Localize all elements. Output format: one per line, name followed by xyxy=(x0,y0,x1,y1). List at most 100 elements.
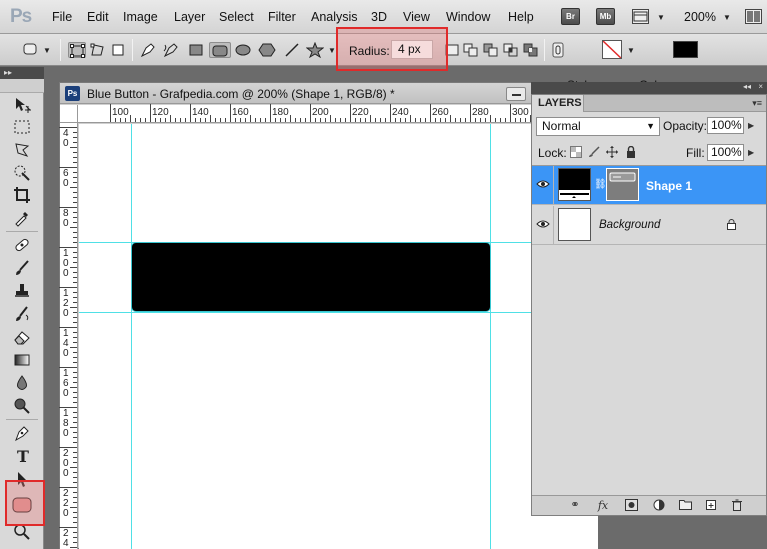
dodge-tool-icon[interactable] xyxy=(10,396,34,416)
menu-edit[interactable]: Edit xyxy=(87,10,109,24)
ruler-label: 180 xyxy=(272,107,289,118)
new-layer-icon[interactable] xyxy=(704,499,718,512)
menu-analysis[interactable]: Analysis xyxy=(311,10,358,24)
layer-thumbnail[interactable] xyxy=(558,208,591,241)
add-to-shape-icon[interactable] xyxy=(462,42,480,58)
layer-row-background[interactable]: Background xyxy=(532,206,766,245)
menu-help[interactable]: Help xyxy=(508,10,534,24)
minimize-button[interactable] xyxy=(506,87,526,101)
view-extras-icon[interactable] xyxy=(632,9,649,24)
tool-preset-dropdown-icon[interactable]: ▼ xyxy=(43,46,51,55)
geometry-options-dropdown-icon[interactable]: ▼ xyxy=(328,46,336,55)
rectangle-tool-icon[interactable] xyxy=(187,42,205,58)
panel-menu-icon[interactable]: ▾≡ xyxy=(752,98,762,109)
opacity-slider-icon[interactable]: ▶ xyxy=(748,121,754,130)
link-layers-icon[interactable]: ⚭ xyxy=(568,499,582,512)
polygon-tool-icon[interactable] xyxy=(258,42,276,58)
lasso-tool-icon[interactable] xyxy=(10,140,34,160)
arrange-documents-icon[interactable] xyxy=(745,9,762,24)
menu-image[interactable]: Image xyxy=(123,10,158,24)
custom-shape-tool-icon[interactable] xyxy=(305,41,325,59)
adjustment-layer-icon[interactable] xyxy=(652,499,666,512)
close-panel-icon[interactable]: × xyxy=(758,82,763,91)
move-tool-icon[interactable] xyxy=(10,95,34,115)
quick-selection-tool-icon[interactable] xyxy=(10,163,34,183)
ruler-minor-tick xyxy=(515,118,516,122)
vector-mask-thumbnail[interactable] xyxy=(606,168,639,201)
tab-layers[interactable]: LAYERS xyxy=(532,95,584,112)
guide-vertical[interactable] xyxy=(490,124,491,549)
style-dropdown-icon[interactable]: ▼ xyxy=(627,46,635,55)
add-mask-icon[interactable] xyxy=(624,499,638,512)
color-swatch[interactable] xyxy=(673,41,698,58)
clone-stamp-tool-icon[interactable] xyxy=(10,281,34,301)
paths-icon[interactable] xyxy=(89,42,107,58)
new-group-icon[interactable] xyxy=(678,499,692,512)
minibridge-button[interactable]: Mb xyxy=(596,8,615,25)
lock-image-pixels-icon[interactable] xyxy=(588,146,600,158)
spot-healing-tool-icon[interactable] xyxy=(10,235,34,255)
eyedropper-tool-icon[interactable] xyxy=(10,208,34,228)
gradient-tool-icon[interactable] xyxy=(10,350,34,370)
ruler-minor-tick xyxy=(375,118,376,122)
history-brush-tool-icon[interactable] xyxy=(10,304,34,324)
guide-vertical[interactable] xyxy=(131,124,132,549)
freeform-pen-icon[interactable] xyxy=(162,42,180,58)
fill-slider-icon[interactable]: ▶ xyxy=(748,148,754,157)
lock-position-icon[interactable] xyxy=(606,146,618,158)
intersect-shape-icon[interactable] xyxy=(502,42,520,58)
lock-all-icon[interactable] xyxy=(625,145,637,158)
delete-layer-icon[interactable] xyxy=(730,499,744,512)
menu-layer[interactable]: Layer xyxy=(174,10,205,24)
layer-name[interactable]: Shape 1 xyxy=(646,179,692,193)
pen-tool-icon[interactable] xyxy=(10,423,34,443)
layer-style-icon[interactable]: fx xyxy=(596,499,610,512)
pen-tool-icon[interactable] xyxy=(139,42,157,58)
menu-window[interactable]: Window xyxy=(446,10,490,24)
layer-thumbnail[interactable] xyxy=(558,168,591,201)
rounded-rectangle-shape[interactable] xyxy=(131,242,491,312)
radius-input[interactable]: 4 px xyxy=(391,40,433,59)
toolbox-grip[interactable] xyxy=(0,79,44,93)
layer-name[interactable]: Background xyxy=(599,219,660,231)
menu-file[interactable]: File xyxy=(52,10,72,24)
menu-select[interactable]: Select xyxy=(219,10,254,24)
line-tool-icon[interactable] xyxy=(283,42,301,58)
zoom-level[interactable]: 200% xyxy=(684,10,716,24)
type-tool-icon[interactable]: T xyxy=(10,446,34,466)
zoom-dropdown-icon[interactable]: ▼ xyxy=(723,13,731,22)
style-swatch[interactable] xyxy=(602,40,622,59)
visibility-toggle[interactable] xyxy=(532,206,554,245)
fill-input[interactable]: 100% xyxy=(707,144,744,161)
eraser-tool-icon[interactable] xyxy=(10,327,34,347)
subtract-shape-icon[interactable] xyxy=(482,42,500,58)
layer-row-shape-1[interactable]: ⛓ Shape 1 xyxy=(532,166,766,205)
ellipse-tool-icon[interactable] xyxy=(234,42,252,58)
bridge-button[interactable]: Br xyxy=(561,8,580,25)
fill-pixels-icon[interactable] xyxy=(110,42,128,58)
exclude-shape-icon[interactable] xyxy=(522,42,540,58)
vertical-ruler[interactable]: 406080100120140160180200220240 xyxy=(59,123,78,549)
marquee-tool-icon[interactable] xyxy=(10,117,34,137)
opacity-input[interactable]: 100% xyxy=(707,117,744,134)
shape-layers-icon[interactable] xyxy=(68,42,86,58)
view-extras-dropdown-icon[interactable]: ▼ xyxy=(657,13,665,22)
ruler-minor-tick xyxy=(73,517,77,518)
ruler-label: 0 xyxy=(63,178,69,189)
lock-transparency-icon[interactable] xyxy=(570,146,582,158)
link-icon[interactable]: ⛓ xyxy=(594,179,607,190)
collapse-panels-icon[interactable]: ◂◂ xyxy=(743,82,751,91)
tool-preset-icon[interactable] xyxy=(22,41,40,57)
ruler-origin[interactable] xyxy=(60,105,78,123)
menu-view[interactable]: View xyxy=(403,10,430,24)
menu-3d[interactable]: 3D xyxy=(371,10,387,24)
link-style-icon[interactable] xyxy=(549,42,567,58)
brush-tool-icon[interactable] xyxy=(10,258,34,278)
crop-tool-icon[interactable] xyxy=(10,185,34,205)
menu-filter[interactable]: Filter xyxy=(268,10,296,24)
toolbox-collapse-icon[interactable]: ▸▸ xyxy=(0,67,44,79)
rounded-rectangle-tool-icon[interactable] xyxy=(209,42,231,58)
blend-mode-select[interactable]: Normal ▼ xyxy=(536,117,660,136)
blur-tool-icon[interactable] xyxy=(10,373,34,393)
visibility-toggle[interactable] xyxy=(532,166,554,205)
